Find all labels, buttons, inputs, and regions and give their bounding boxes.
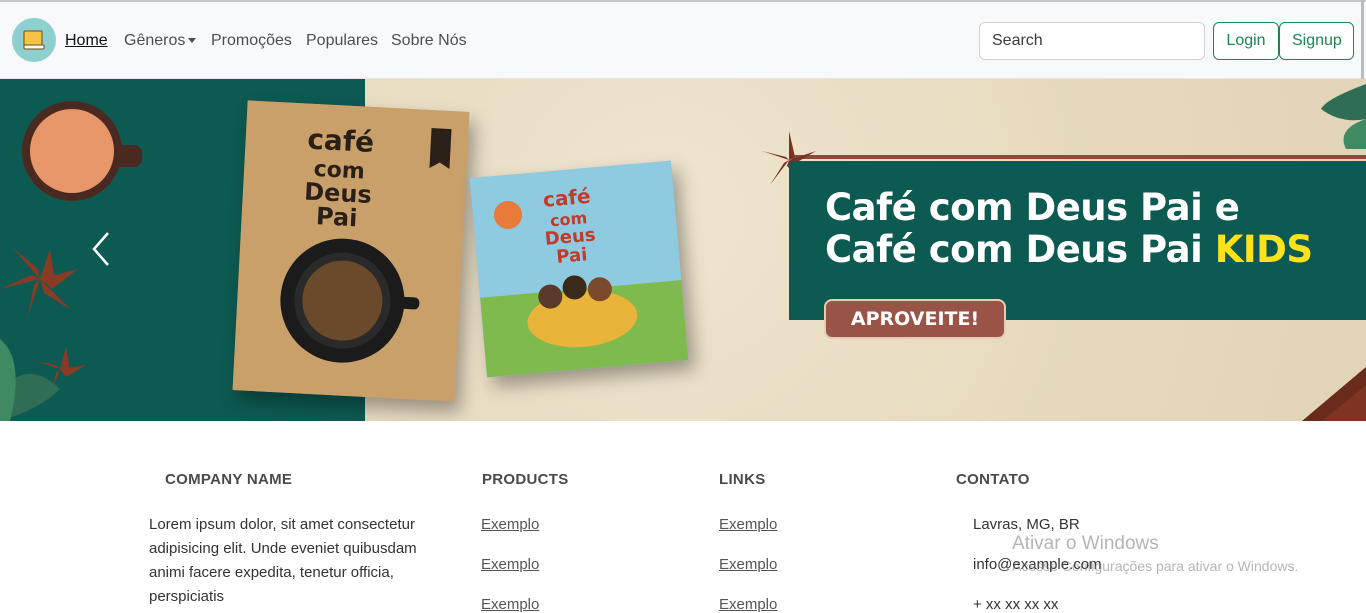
book-cover-cafe-com-deus-pai-kids: café com Deus Pai (469, 160, 689, 378)
signup-button[interactable]: Signup (1279, 22, 1354, 60)
footer: COMPANY NAME Lorem ipsum dolor, sit amet… (0, 421, 1366, 613)
promo-carousel: café com Deus Pai café com Deus Pai Café… (0, 79, 1366, 421)
nav-generos-dropdown[interactable]: Gêneros (124, 32, 197, 50)
caret-down-icon (188, 38, 197, 44)
company-name-title: COMPANY NAME (165, 471, 293, 488)
windows-activation-text: Acesse Configurações para ativar o Windo… (1012, 558, 1299, 574)
svg-text:café: café (307, 123, 375, 159)
promo-stripe (789, 155, 1366, 159)
contact-phone: + xx xx xx xx (973, 596, 1059, 613)
company-description: Lorem ipsum dolor, sit amet consectetur … (149, 516, 417, 605)
promo-title-line2: Café com Deus Pai KIDS (825, 229, 1313, 271)
svg-text:Pai: Pai (555, 244, 588, 268)
book-logo-icon[interactable] (12, 18, 56, 62)
promo-title-line2-text: Café com Deus Pai (825, 228, 1215, 271)
login-button[interactable]: Login (1213, 22, 1279, 60)
star-anise-decoration (0, 247, 86, 421)
nav-generos-label: Gêneros (124, 32, 186, 49)
links-link[interactable]: Exemplo (719, 516, 777, 533)
products-link[interactable]: Exemplo (481, 556, 539, 573)
leaf-decoration (1321, 84, 1366, 149)
nav-home[interactable]: Home (65, 32, 108, 50)
links-link[interactable]: Exemplo (719, 556, 777, 573)
navbar: Home Gêneros Promoções Populares Sobre N… (0, 2, 1366, 79)
nav-promocoes[interactable]: Promoções (211, 32, 292, 50)
promo-title-line1: Café com Deus Pai e (825, 186, 1240, 229)
windows-activation-title: Ativar o Windows (1012, 533, 1159, 554)
chocolate-decoration (1302, 367, 1366, 421)
aproveite-button[interactable]: APROVEITE! (824, 299, 1006, 339)
contact-address: Lavras, MG, BR (973, 516, 1080, 533)
nav-sobre-nos[interactable]: Sobre Nós (391, 32, 467, 50)
links-link[interactable]: Exemplo (719, 596, 777, 613)
svg-text:Pai: Pai (315, 202, 358, 232)
coffee-cup-image (22, 101, 142, 201)
links-title: LINKS (719, 471, 766, 488)
promo-title: Café com Deus Pai e Café com Deus Pai KI… (825, 187, 1313, 271)
products-title: PRODUCTS (482, 471, 569, 488)
contato-title: CONTATO (956, 471, 1030, 488)
carousel-prev-icon[interactable] (86, 229, 116, 269)
products-link[interactable]: Exemplo (481, 596, 539, 613)
promo-title-kids: KIDS (1214, 228, 1313, 271)
book-cover-cafe-com-deus-pai: café com Deus Pai (232, 100, 470, 402)
search-input[interactable] (979, 22, 1205, 60)
products-link[interactable]: Exemplo (481, 516, 539, 533)
nav-populares[interactable]: Populares (306, 32, 378, 50)
